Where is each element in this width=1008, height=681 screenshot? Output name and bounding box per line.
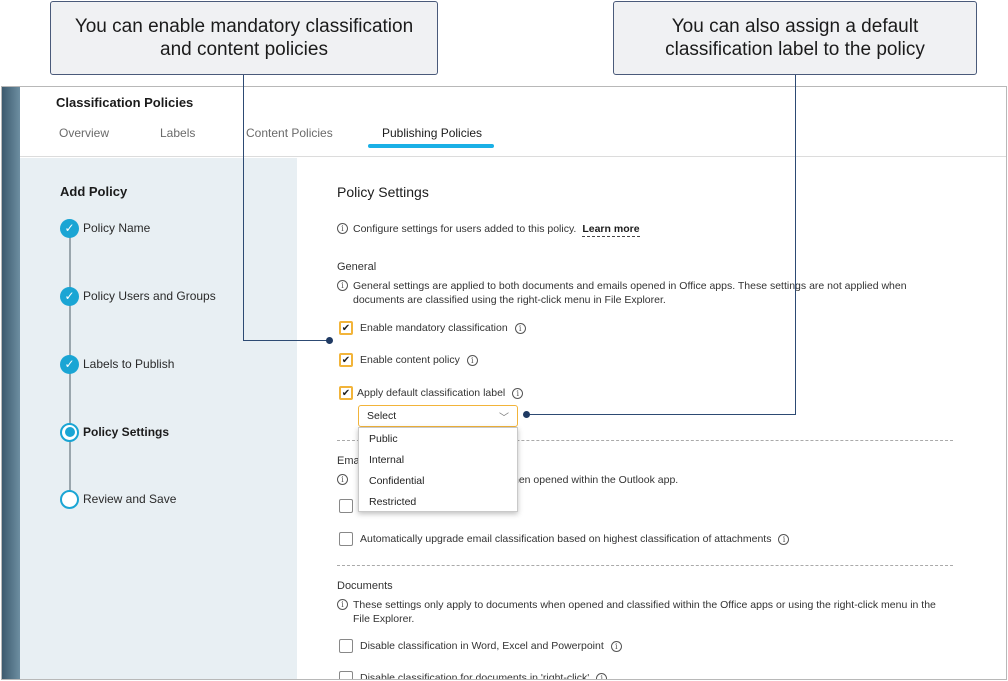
- option-auto-upgrade[interactable]: Automatically upgrade email classificati…: [339, 532, 790, 546]
- option-label: Automatically upgrade email classificati…: [360, 533, 772, 545]
- wizard-title: Add Policy: [60, 184, 128, 199]
- checkbox-unchecked[interactable]: [339, 532, 353, 546]
- check-icon: ✓: [60, 354, 79, 374]
- section-divider: [337, 565, 953, 566]
- step-policy-settings[interactable]: Policy Settings: [60, 422, 169, 442]
- check-icon: ✓: [60, 218, 79, 238]
- dropdown-option-confidential[interactable]: Confidential: [359, 470, 517, 491]
- intro-line: i Configure settings for users added to …: [337, 222, 640, 237]
- connector-left-vertical: [243, 75, 244, 341]
- dropdown-option-public[interactable]: Public: [359, 428, 517, 449]
- callout-left-text: You can enable mandatory classification …: [74, 16, 414, 60]
- info-icon: i: [337, 223, 348, 234]
- general-info-text: General settings are applied to both doc…: [353, 280, 907, 306]
- connector-left-dot: [326, 337, 333, 344]
- info-icon: i: [337, 280, 348, 291]
- dropdown-option-internal[interactable]: Internal: [359, 449, 517, 470]
- step-label: Policy Users and Groups: [83, 289, 216, 303]
- step-policy-name[interactable]: ✓ Policy Name: [60, 218, 150, 238]
- callout-right-text: You can also assign a default classifica…: [665, 16, 925, 60]
- general-heading: General: [337, 261, 377, 273]
- nav-rail: [2, 87, 20, 679]
- option-email-hidden[interactable]: [339, 499, 360, 513]
- section-title: Policy Settings: [337, 184, 429, 200]
- documents-info-text: These settings only apply to documents w…: [353, 599, 936, 625]
- wizard-sidebar: Add Policy ✓ Policy Name ✓ Policy Users …: [20, 158, 297, 679]
- info-icon[interactable]: i: [778, 533, 790, 545]
- page-header: Classification Policies Overview Labels …: [20, 87, 1006, 157]
- option-content-policy[interactable]: ✔ Enable content policy i: [339, 353, 478, 367]
- dropdown-option-restricted[interactable]: Restricted: [359, 491, 517, 512]
- option-label: Disable classification for documents in …: [360, 672, 590, 680]
- checkbox-checked[interactable]: ✔: [339, 386, 353, 400]
- callout-left: You can enable mandatory classification …: [50, 1, 438, 75]
- pending-step-icon: [60, 489, 79, 509]
- learn-more-link[interactable]: Learn more: [582, 222, 640, 237]
- check-icon: ✓: [60, 286, 79, 306]
- option-label: Enable mandatory classification: [360, 322, 508, 334]
- tutorial-stage: You can enable mandatory classification …: [0, 0, 1008, 681]
- default-label-select[interactable]: Select ﹀: [358, 405, 518, 427]
- option-label: Apply default classification label: [357, 387, 506, 399]
- checkbox-unchecked[interactable]: [339, 499, 353, 513]
- option-disable-right-click[interactable]: Disable classification for documents in …: [339, 671, 608, 680]
- step-label: Policy Name: [83, 221, 151, 235]
- checkbox-unchecked[interactable]: [339, 639, 353, 653]
- select-value: Select: [367, 410, 397, 422]
- tab-overview[interactable]: Overview: [59, 126, 109, 140]
- general-info: i General settings are applied to both d…: [337, 279, 947, 307]
- default-label-dropdown: Public Internal Confidential Restricted: [358, 427, 518, 512]
- step-labels-to-publish[interactable]: ✓ Labels to Publish: [60, 354, 174, 374]
- info-icon[interactable]: i: [596, 672, 608, 679]
- connector-right-vertical: [795, 75, 796, 415]
- checkbox-unchecked[interactable]: [339, 671, 353, 679]
- step-label: Review and Save: [83, 492, 177, 506]
- info-icon: i: [337, 599, 348, 610]
- page-title: Classification Policies: [56, 95, 194, 110]
- option-mandatory-classification[interactable]: ✔ Enable mandatory classification i: [339, 321, 526, 335]
- documents-info: i These settings only apply to documents…: [337, 598, 947, 626]
- tab-content-policies[interactable]: Content Policies: [246, 126, 333, 140]
- tab-publishing-policies[interactable]: Publishing Policies: [382, 126, 482, 140]
- chevron-down-icon: ﹀: [499, 413, 509, 424]
- option-label: Disable classification in Word, Excel an…: [360, 640, 604, 652]
- info-icon: i: [337, 474, 348, 485]
- documents-heading: Documents: [337, 580, 393, 592]
- step-review-and-save[interactable]: Review and Save: [60, 489, 176, 509]
- step-label: Labels to Publish: [83, 357, 175, 371]
- option-label: Enable content policy: [360, 354, 460, 366]
- policy-settings-panel: Policy Settings i Configure settings for…: [297, 158, 1006, 679]
- connector-right-horizontal: [528, 414, 796, 415]
- info-icon[interactable]: i: [512, 387, 524, 399]
- option-disable-office[interactable]: Disable classification in Word, Excel an…: [339, 639, 622, 653]
- callout-right: You can also assign a default classifica…: [613, 1, 977, 75]
- option-default-label[interactable]: ✔ Apply default classification label i: [339, 386, 524, 400]
- email-info-text: hen opened within the Outlook app.: [513, 474, 679, 486]
- intro-text: Configure settings for users added to th…: [353, 223, 577, 235]
- checkbox-checked[interactable]: ✔: [339, 353, 353, 367]
- tab-labels[interactable]: Labels: [160, 126, 195, 140]
- info-icon[interactable]: i: [466, 354, 478, 366]
- connector-right-dot: [523, 411, 530, 418]
- info-icon[interactable]: i: [514, 322, 526, 334]
- current-step-icon: [60, 422, 79, 442]
- step-policy-users-groups[interactable]: ✓ Policy Users and Groups: [60, 286, 216, 306]
- app-window: Classification Policies Overview Labels …: [1, 86, 1007, 680]
- checkbox-checked[interactable]: ✔: [339, 321, 353, 335]
- info-icon[interactable]: i: [610, 640, 622, 652]
- active-tab-indicator: [368, 144, 494, 148]
- connector-left-horizontal: [243, 340, 329, 341]
- step-label: Policy Settings: [83, 425, 170, 439]
